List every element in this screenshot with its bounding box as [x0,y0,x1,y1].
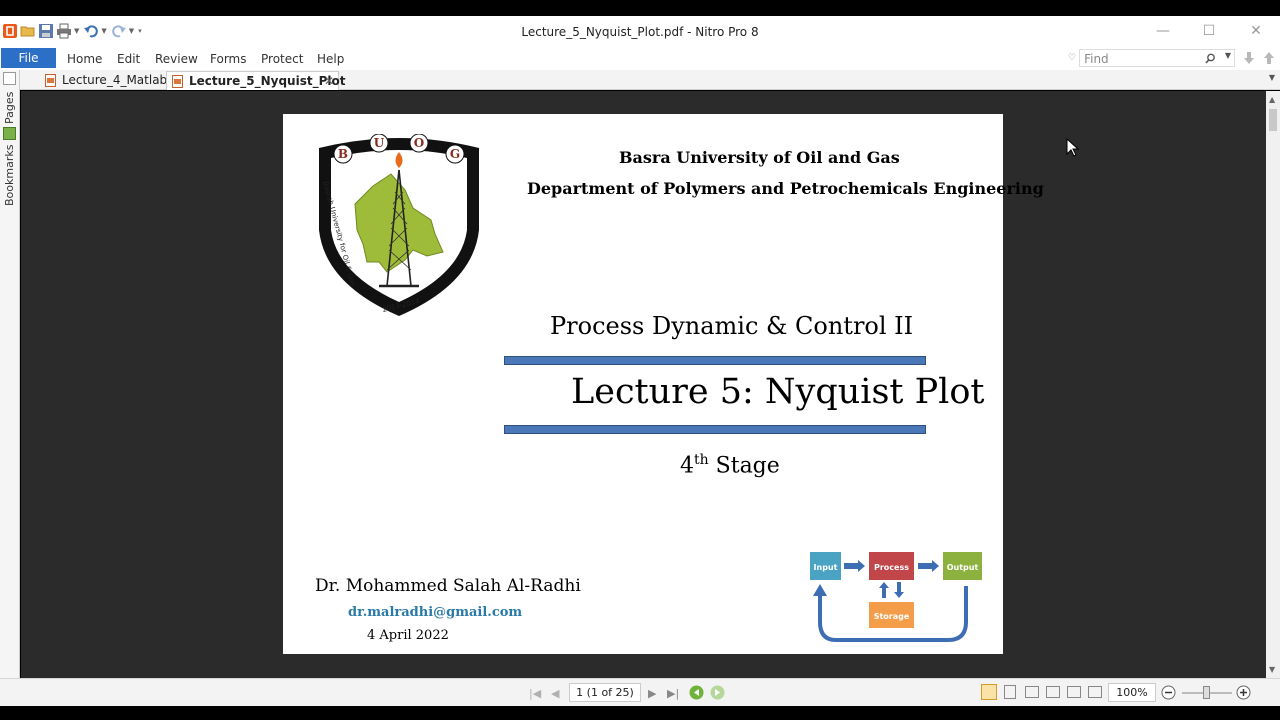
minimize-icon[interactable]: — [1156,24,1170,38]
logo-letter-u: U [374,136,385,150]
diagram-output-label: Output [947,563,979,572]
close-window-icon[interactable]: ✕ [1249,24,1263,38]
bookmarks-panel-tab[interactable]: Bookmarks [3,145,16,206]
arrow-right-icon [918,560,939,572]
mouse-cursor-icon [1066,138,1080,157]
diagram-storage-label: Storage [874,612,910,621]
page-number-input[interactable]: 1 (1 of 25) [569,683,641,702]
pdf-file-icon [172,75,183,88]
department-name: Department of Polymers and Petrochemical… [527,179,1044,198]
menu-protect[interactable]: Protect [261,52,303,66]
maximize-icon[interactable]: ☐ [1202,24,1216,38]
course-title: Process Dynamic & Control II [550,312,914,340]
next-page-icon[interactable]: ▶ [648,687,656,700]
tab-label: Lecture_5_Nyquist_Plot [189,74,346,88]
scroll-down-icon[interactable]: ▼ [1269,665,1275,674]
zoom-level-input[interactable]: 100% [1108,683,1156,702]
stage-superscript: th [694,452,709,468]
title-rule-bottom [504,425,926,434]
lecture-date: 4 April 2022 [367,628,449,643]
zoom-out-icon[interactable] [1161,685,1176,700]
logo-letter-o: O [414,136,424,150]
author-name: Dr. Mohammed Salah Al-Radhi [315,576,581,596]
author-email[interactable]: dr.malradhi@gmail.com [348,605,522,620]
pages-panel-icon[interactable] [3,72,16,85]
find-next-icon[interactable] [1243,51,1255,65]
university-name: Basra University of Oil and Gas [619,148,900,167]
last-page-icon[interactable]: ▶| [667,687,679,700]
status-bar: |◀ ◀ 1 (1 of 25) ▶ ▶| 100% [0,678,1280,706]
screen-top-bar [0,0,1280,16]
actual-size-icon[interactable] [1088,686,1102,698]
document-tab-bar: Lecture_4_Matlab Lecture_5_Nyquist_Plot … [0,70,1280,90]
university-logo: B U O G Basrah University for Oil & Gas … [319,134,479,316]
menu-home[interactable]: Home [67,52,102,66]
menu-bar: File Home Edit Review Forms Protect Help… [0,48,1280,70]
title-rule-top [504,356,926,365]
continuous-view-icon[interactable] [1004,685,1016,699]
next-view-icon[interactable] [710,685,725,700]
side-panel: Pages Bookmarks [0,70,20,678]
scrollbar-thumb[interactable] [1269,109,1277,131]
menu-help[interactable]: Help [317,52,344,66]
close-tab-icon[interactable]: ✕ [324,72,334,90]
find-previous-icon[interactable] [1263,51,1275,65]
tab-label: Lecture_4_Matlab [62,73,168,87]
process-diagram: Input Process Output Storage [810,552,982,642]
file-menu-button[interactable]: File [1,48,56,68]
title-bar: ▼ ▼ ▼ ▾ Lecture_5_Nyquist_Plot.pdf - Nit… [0,16,1280,48]
first-page-icon[interactable]: |◀ [529,687,541,700]
menu-forms[interactable]: Forms [210,52,246,66]
arrow-up-icon [879,582,889,598]
previous-page-icon[interactable]: ◀ [551,687,559,700]
tab-lecture-5[interactable]: Lecture_5_Nyquist_Plot ✕ [166,71,345,90]
scroll-up-icon[interactable]: ▲ [1269,95,1275,104]
previous-view-icon[interactable] [689,685,704,700]
pdf-page: B U O G Basrah University for Oil & Gas … [283,114,1044,654]
logo-letter-b: B [338,147,348,161]
vertical-scrollbar[interactable]: ▲ ▼ [1266,91,1280,678]
fit-page-icon[interactable] [1046,686,1060,698]
diagram-input-label: Input [814,563,838,572]
zoom-in-icon[interactable] [1236,685,1251,700]
find-dropdown-icon[interactable]: ▼ [1225,51,1231,60]
tab-lecture-4[interactable]: Lecture_4_Matlab [40,71,167,90]
find-area: ♡ Find ▼ [1068,48,1275,68]
arrow-up-icon [813,584,827,596]
tab-list-dropdown-icon[interactable]: ▼ [1269,73,1275,82]
pages-panel-tab[interactable]: Pages [3,92,16,124]
find-input[interactable]: Find ▼ [1079,49,1236,67]
arrow-right-icon [844,560,865,572]
lecture-title: Lecture 5: Nyquist Plot [571,372,985,412]
stage-label: 4th Stage [680,452,780,478]
fit-width-icon[interactable] [1067,686,1081,698]
single-page-view-icon[interactable] [981,684,997,700]
stage-number: 4 [680,453,694,479]
arrow-down-icon [894,582,904,598]
facing-view-icon[interactable] [1025,686,1039,698]
bookmarks-panel-icon[interactable] [3,127,16,140]
logo-letter-g: G [450,147,460,161]
find-options-icon[interactable]: ♡ [1068,53,1076,63]
zoom-slider-thumb[interactable] [1203,686,1210,699]
diagram-process-label: Process [874,563,909,572]
menu-review[interactable]: Review [155,52,198,66]
find-placeholder: Find [1084,52,1109,66]
menu-edit[interactable]: Edit [117,52,140,66]
stage-word: Stage [715,453,780,479]
window-title: Lecture_5_Nyquist_Plot.pdf - Nitro Pro 8 [521,25,759,39]
screen-bottom-bar [0,706,1280,720]
search-icon[interactable] [1205,53,1216,64]
pdf-file-icon [45,74,56,87]
